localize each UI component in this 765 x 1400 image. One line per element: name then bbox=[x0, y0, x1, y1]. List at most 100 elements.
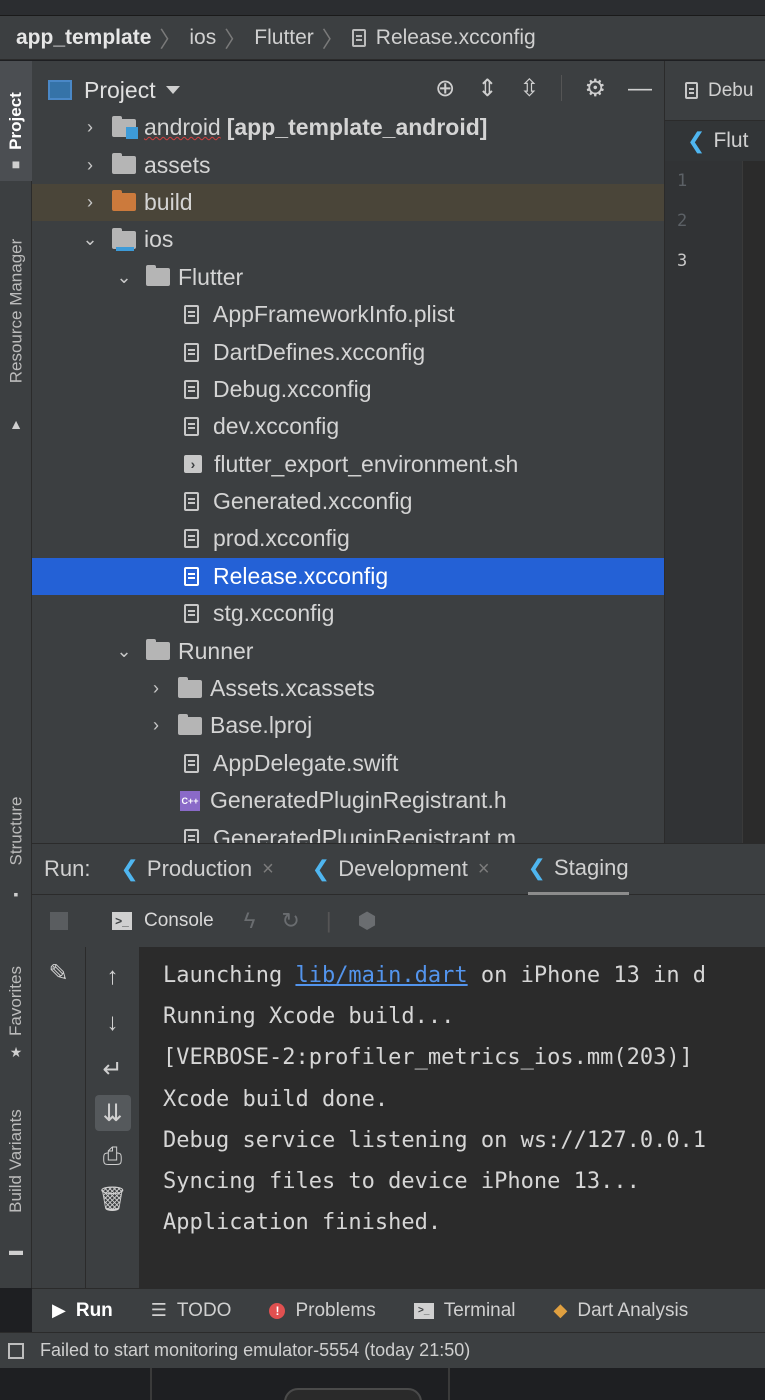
run-tab-development[interactable]: ❮ Development × bbox=[312, 843, 490, 895]
tool-window-problems[interactable]: ! Problems bbox=[269, 1300, 376, 1322]
tree-item-build[interactable]: › build bbox=[32, 183, 664, 222]
project-view-selector[interactable]: Project bbox=[84, 77, 156, 104]
tool-window-run[interactable]: ▶ Run bbox=[52, 1300, 113, 1322]
chevron-down-icon[interactable]: ⌄ bbox=[114, 267, 134, 287]
file-icon bbox=[184, 492, 199, 512]
tree-item-android[interactable]: › android [app_template_android] bbox=[32, 109, 664, 146]
chevron-right-icon[interactable]: › bbox=[80, 192, 100, 212]
tree-item-runner[interactable]: ⌄ Runner bbox=[32, 632, 664, 669]
breadcrumb-flutter[interactable]: Flutter bbox=[254, 26, 314, 50]
folder-icon bbox=[146, 639, 170, 661]
tree-item-release-xcconfig[interactable]: Release.xcconfig bbox=[32, 557, 664, 596]
tool-tab-favorites[interactable]: Favorites bbox=[0, 941, 32, 1061]
tree-item-plugin-registrant-m[interactable]: GeneratedPluginRegistrant.m bbox=[32, 819, 664, 843]
console-line: [VERBOSE-2:profiler_metrics_ios.mm(203)] bbox=[163, 1045, 693, 1071]
editor-tab-flutter[interactable]: ❮ Flut bbox=[665, 121, 765, 161]
scroll-to-end-icon[interactable]: ⇊ bbox=[94, 1095, 131, 1131]
tool-window-label: Terminal bbox=[443, 1299, 516, 1321]
chevron-right-icon[interactable]: › bbox=[80, 155, 100, 175]
run-tab-label: Development bbox=[338, 856, 468, 881]
trash-icon[interactable]: 🗑 bbox=[95, 1181, 131, 1217]
tree-item-base-lproj[interactable]: › Base.lproj bbox=[32, 707, 664, 744]
tree-item-assets-xcassets[interactable]: › Assets.xcassets bbox=[32, 670, 664, 707]
tree-item-label: Debug.xcconfig bbox=[213, 375, 372, 402]
devtools-icon[interactable]: ⬢ bbox=[358, 908, 377, 934]
chevron-right-icon[interactable]: › bbox=[80, 117, 100, 138]
caret-down-icon[interactable] bbox=[165, 86, 180, 94]
excluded-folder-icon bbox=[112, 190, 136, 212]
dock-divider bbox=[448, 1368, 450, 1400]
tool-window-dart-analysis[interactable]: ◆ Dart Analysis bbox=[554, 1300, 689, 1322]
tree-item-label: Runner bbox=[178, 637, 254, 664]
tree-item-dev-xcconfig[interactable]: dev.xcconfig bbox=[32, 408, 664, 445]
project-view-icon bbox=[48, 80, 72, 100]
tree-item-dartdefines[interactable]: DartDefines.xcconfig bbox=[32, 333, 664, 370]
breadcrumb-file[interactable]: Release.xcconfig bbox=[376, 26, 536, 50]
status-message[interactable]: Failed to start monitoring emulator-5554… bbox=[40, 1340, 470, 1361]
tree-item-appframeworkinfo[interactable]: AppFrameworkInfo.plist bbox=[32, 296, 664, 333]
toggle-tool-windows-icon[interactable] bbox=[8, 1342, 24, 1359]
tool-tab-resource-manager[interactable]: Resource Manager bbox=[0, 211, 32, 411]
minimize-icon[interactable]: — bbox=[628, 75, 652, 103]
stop-icon[interactable] bbox=[50, 912, 68, 930]
locate-icon[interactable]: ⊕ bbox=[435, 75, 455, 103]
run-tab-production[interactable]: ❮ Production × bbox=[120, 843, 273, 895]
run-tab-staging[interactable]: ❮ Staging bbox=[527, 843, 629, 895]
console-tab[interactable]: Console bbox=[144, 910, 214, 932]
gear-icon[interactable]: ⚙ bbox=[584, 75, 606, 103]
tool-tab-resource-manager-label: Resource Manager bbox=[6, 238, 26, 384]
editor-tab-debug[interactable]: Debu bbox=[665, 61, 765, 121]
soft-wrap-icon[interactable]: ↵ bbox=[95, 1051, 131, 1087]
console-output[interactable]: Launching lib/main.dart on iPhone 13 in … bbox=[140, 947, 765, 1288]
folder-icon bbox=[178, 676, 202, 698]
hot-reload-icon[interactable]: ϟ bbox=[244, 908, 256, 934]
structure-icon: ▪ bbox=[13, 886, 19, 902]
collapse-all-icon[interactable]: ⇳ bbox=[519, 75, 539, 103]
arrow-up-icon[interactable]: ↑ bbox=[95, 959, 131, 995]
tree-item-appdelegate[interactable]: AppDelegate.swift bbox=[32, 745, 664, 782]
console-line: Debug service listening on ws://127.0.0.… bbox=[163, 1127, 707, 1153]
tree-item-label: AppDelegate.swift bbox=[213, 749, 399, 776]
tree-item-plugin-registrant-h[interactable]: C++ GeneratedPluginRegistrant.h bbox=[32, 782, 664, 819]
chevron-down-icon[interactable]: ⌄ bbox=[114, 641, 134, 661]
tree-item-label: AppFrameworkInfo.plist bbox=[213, 301, 455, 328]
chevron-right-icon[interactable]: › bbox=[146, 678, 166, 699]
chevron-down-icon[interactable]: ⌄ bbox=[80, 229, 100, 250]
breadcrumb: app_template 〉 ios 〉 Flutter 〉 Release.x… bbox=[0, 16, 765, 60]
file-link[interactable]: lib/main.dart bbox=[295, 963, 467, 988]
tool-window-todo[interactable]: ☰ TODO bbox=[151, 1300, 232, 1322]
file-icon bbox=[184, 379, 199, 399]
tree-item-stg-xcconfig[interactable]: stg.xcconfig bbox=[32, 595, 664, 632]
chevron-right-icon[interactable]: › bbox=[146, 715, 166, 736]
folder-icon bbox=[146, 265, 170, 287]
pin-icon[interactable]: ✎ bbox=[41, 955, 77, 991]
close-icon[interactable]: × bbox=[478, 858, 490, 881]
console-text: on iPhone 13 in d bbox=[467, 963, 707, 988]
console-icon: >_ bbox=[112, 912, 132, 930]
breadcrumb-root[interactable]: app_template bbox=[16, 26, 151, 50]
tree-item-ios[interactable]: ⌄ ios bbox=[32, 221, 664, 258]
breadcrumb-ios[interactable]: ios bbox=[189, 26, 216, 50]
tree-item-prod-xcconfig[interactable]: prod.xcconfig bbox=[32, 520, 664, 557]
chevron-right-icon: 〉 bbox=[159, 26, 182, 52]
tree-item-export-env[interactable]: › flutter_export_environment.sh bbox=[32, 446, 664, 483]
tree-item-assets[interactable]: › assets bbox=[32, 146, 664, 183]
tree-item-flutter[interactable]: ⌄ Flutter bbox=[32, 259, 664, 296]
tool-tab-structure[interactable]: Structure bbox=[0, 771, 32, 891]
tree-item-label: DartDefines.xcconfig bbox=[213, 338, 426, 365]
tree-item-debug-xcconfig[interactable]: Debug.xcconfig bbox=[32, 371, 664, 408]
console-line: Xcode build done. bbox=[163, 1086, 389, 1112]
expand-all-icon[interactable]: ⇕ bbox=[477, 75, 497, 103]
hot-restart-icon[interactable]: ↻ bbox=[281, 908, 299, 934]
tree-item-label: GeneratedPluginRegistrant.h bbox=[210, 787, 507, 814]
dart-analysis-icon: ◆ bbox=[553, 1300, 568, 1320]
tool-tab-build-variants[interactable]: Build Variants bbox=[0, 1081, 32, 1241]
print-icon[interactable]: ⎙ bbox=[95, 1139, 131, 1175]
arrow-down-icon[interactable]: ↓ bbox=[95, 1005, 131, 1041]
tree-item-label: Assets.xcassets bbox=[210, 675, 375, 702]
tool-window-terminal[interactable]: >_ Terminal bbox=[413, 1299, 516, 1322]
line-number: 2 bbox=[677, 211, 688, 231]
line-number: 1 bbox=[677, 171, 688, 191]
tree-item-generated-xcconfig[interactable]: Generated.xcconfig bbox=[32, 483, 664, 520]
close-icon[interactable]: × bbox=[262, 858, 274, 881]
